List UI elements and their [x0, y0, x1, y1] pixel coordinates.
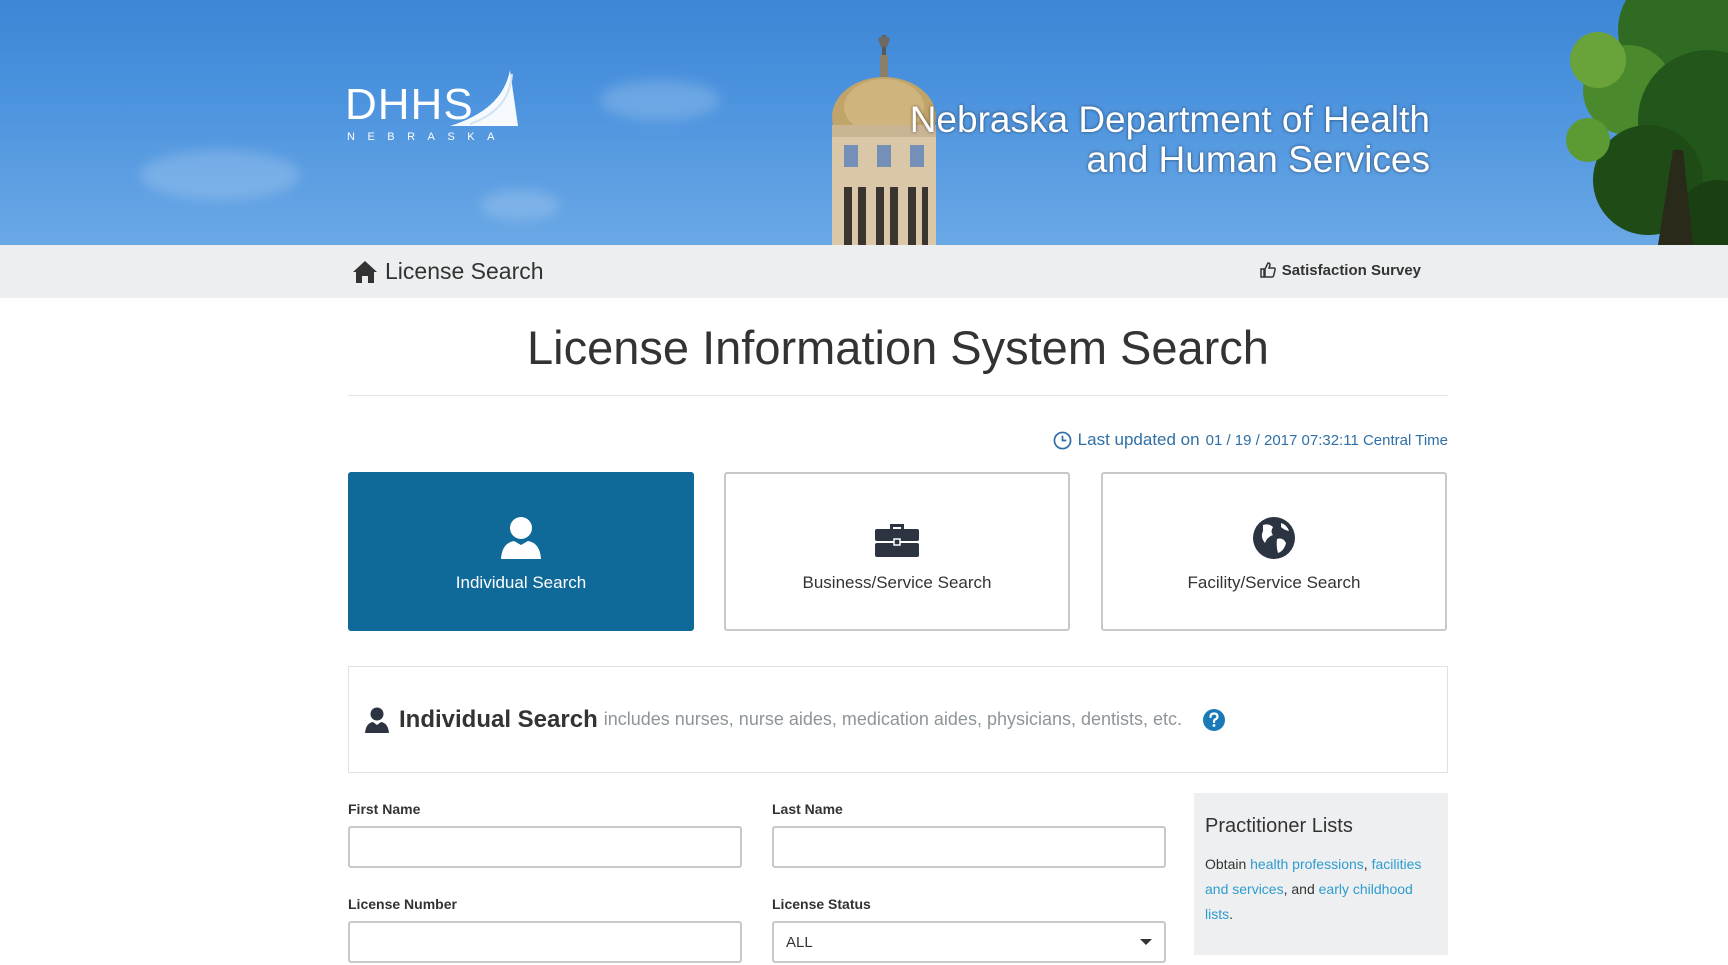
- first-name-label: First Name: [348, 801, 421, 817]
- nav-license-search-link[interactable]: License Search: [352, 258, 544, 285]
- card-label: Individual Search: [455, 572, 587, 592]
- license-number-label: License Number: [348, 896, 457, 912]
- page-title: License Information System Search: [527, 321, 1269, 374]
- thumbs-up-icon: [1260, 262, 1276, 278]
- license-status-label: License Status: [772, 896, 871, 912]
- home-icon: [353, 260, 377, 283]
- globe-icon: [1253, 516, 1295, 559]
- chevron-down-icon: [1140, 939, 1152, 945]
- updated-value: 01 / 19 / 2017 07:32:11 Central Time: [1205, 431, 1448, 449]
- license-status-select[interactable]: ALL: [772, 921, 1166, 963]
- tree-foliage-image: [1566, 0, 1728, 245]
- and-text: , and: [1283, 881, 1315, 897]
- clock-icon: [1053, 431, 1072, 449]
- cloud: [480, 190, 560, 220]
- title-divider: [348, 395, 1448, 396]
- person-icon: [501, 516, 541, 559]
- section-title: Individual Search: [399, 705, 598, 733]
- practitioner-lists-panel: Practitioner Lists Obtain health profess…: [1194, 793, 1448, 955]
- last-name-input[interactable]: [772, 826, 1166, 868]
- business-search-card[interactable]: Business/Service Search: [724, 472, 1070, 631]
- individual-search-card[interactable]: Individual Search: [348, 472, 694, 631]
- agency-title-line2: and Human Services: [1086, 139, 1430, 180]
- sail-icon: [450, 70, 518, 126]
- obtain-text: Obtain: [1205, 856, 1247, 872]
- health-professions-link[interactable]: health professions: [1250, 856, 1364, 872]
- period-text: .: [1229, 906, 1234, 922]
- practitioner-lists-title: Practitioner Lists: [1205, 815, 1353, 837]
- dhhs-logo[interactable]: DHHS NEBRASKA: [345, 70, 518, 150]
- individual-search-header: Individual Search includes nurses, nurse…: [348, 666, 1448, 773]
- agency-title-line1: Nebraska Department of Health: [909, 99, 1430, 140]
- comma-text: ,: [1363, 856, 1368, 872]
- logo-subtext: NEBRASKA: [347, 131, 507, 143]
- first-name-input[interactable]: [348, 826, 742, 868]
- license-number-input[interactable]: [348, 921, 742, 963]
- navbar: License Search Satisfaction Survey: [0, 245, 1728, 298]
- cloud: [140, 150, 300, 200]
- practitioner-lists-text: Obtain health professions, facilities an…: [1205, 852, 1438, 927]
- updated-label: Last updated on: [1077, 430, 1200, 449]
- nav-home-label: License Search: [385, 258, 544, 284]
- satisfaction-survey-link[interactable]: Satisfaction Survey: [1259, 261, 1421, 279]
- last-name-label: Last Name: [772, 801, 843, 817]
- card-label: Facility/Service Search: [1187, 572, 1361, 592]
- agency-title: Nebraska Department of Health and Human …: [910, 100, 1430, 180]
- survey-label: Satisfaction Survey: [1281, 261, 1421, 279]
- cloud: [600, 80, 720, 120]
- license-status-value: ALL: [786, 933, 813, 951]
- hero-banner: DHHS NEBRASKA Nebraska Department of Hea…: [0, 0, 1728, 245]
- person-icon: [365, 707, 389, 733]
- last-updated: Last updated on 01 / 19 / 2017 07:32:11 …: [1053, 430, 1448, 450]
- briefcase-icon: [875, 523, 919, 557]
- facility-search-card[interactable]: Facility/Service Search: [1101, 472, 1447, 631]
- help-icon[interactable]: [1202, 708, 1226, 732]
- card-label: Business/Service Search: [802, 572, 992, 592]
- section-subtitle: includes nurses, nurse aides, medication…: [603, 709, 1183, 729]
